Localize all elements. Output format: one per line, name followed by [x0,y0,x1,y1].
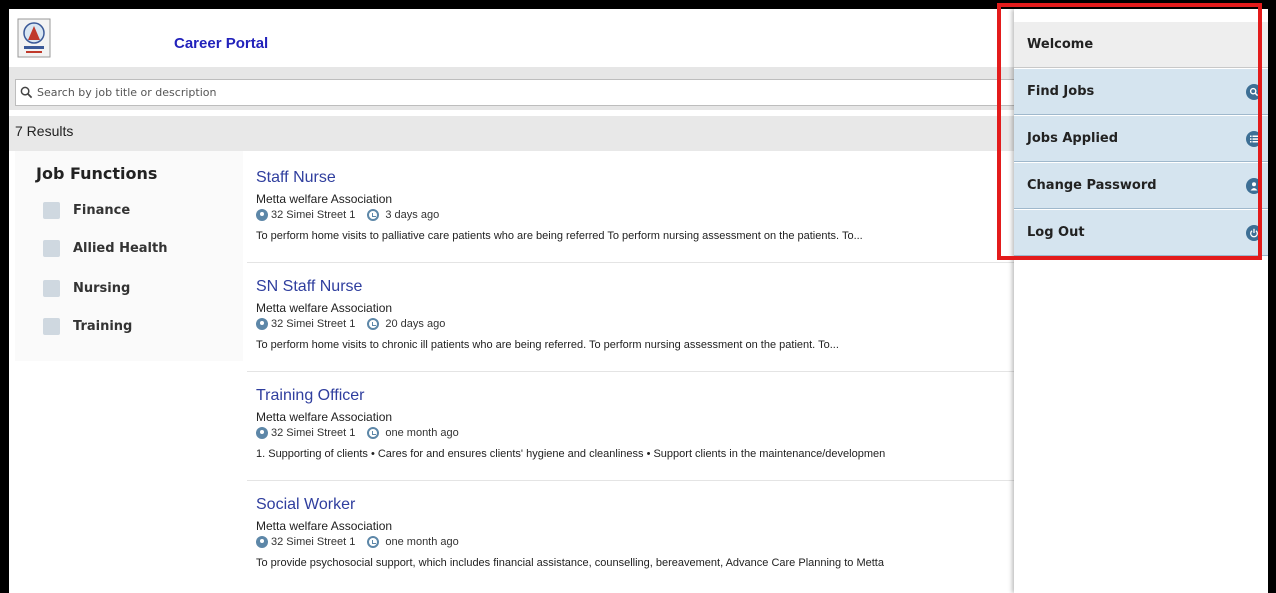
filter-label: Finance [73,203,131,218]
location-pin-icon [256,318,268,330]
job-meta: 32 Simei Street 1 20 days ago [256,318,445,330]
job-listing[interactable]: Training Officer Metta welfare Associati… [247,373,1019,481]
job-description: To perform home visits to palliative car… [256,230,863,242]
job-company: Metta welfare Association [256,192,393,206]
job-title-link[interactable]: SN Staff Nurse [256,278,362,296]
job-description: 1. Supporting of clients • Cares for and… [256,448,886,460]
welcome-label: Welcome [1027,37,1094,52]
organization-logo-icon[interactable] [17,18,51,58]
menu-welcome: Welcome [1014,22,1268,68]
menu-item-label: Log Out [1027,225,1085,240]
job-posted: one month ago [385,427,459,439]
job-listing[interactable]: Staff Nurse Metta welfare Association 32… [247,155,1019,263]
menu-item-find-jobs[interactable]: Find Jobs [1014,69,1268,115]
job-meta: 32 Simei Street 1 one month ago [256,536,459,548]
clock-icon [367,536,380,548]
results-count: 7 Results [15,123,74,139]
job-company: Metta welfare Association [256,519,393,533]
app-frame: Career Portal 7 Results Job Functions Fi… [9,9,1268,593]
job-title-link[interactable]: Staff Nurse [256,169,336,187]
filter-label: Allied Health [73,241,168,256]
list-icon [1246,131,1262,147]
filter-label: Nursing [73,281,131,296]
filter-label: Training [73,319,133,334]
clock-icon [367,209,380,221]
filter-finance[interactable]: Finance [43,202,130,219]
clock-icon [367,427,380,439]
job-description: To provide psychosocial support, which i… [256,557,884,569]
job-description: To perform home visits to chronic ill pa… [256,339,839,351]
filter-nursing[interactable]: Nursing [43,280,130,297]
job-company: Metta welfare Association [256,410,393,424]
job-location: 32 Simei Street 1 [271,209,356,221]
job-location: 32 Simei Street 1 [271,536,356,548]
job-listing[interactable]: Social Worker Metta welfare Association … [247,482,1019,590]
job-title-link[interactable]: Training Officer [256,387,364,405]
job-posted: 20 days ago [385,318,446,330]
job-listing[interactable]: SN Staff Nurse Metta welfare Association… [247,264,1019,372]
power-icon [1246,225,1262,241]
menu-item-label: Change Password [1027,178,1157,193]
job-functions-title: Job Functions [36,164,158,183]
job-meta: 32 Simei Street 1 one month ago [256,427,459,439]
job-title-link[interactable]: Social Worker [256,496,355,514]
menu-item-jobs-applied[interactable]: Jobs Applied [1014,116,1268,162]
location-pin-icon [256,427,268,439]
job-posted: 3 days ago [385,209,440,221]
location-pin-icon [256,536,268,548]
search-bar[interactable] [15,79,1030,106]
checkbox[interactable] [43,280,60,297]
user-icon [1246,178,1262,194]
search-icon [20,86,33,99]
job-company: Metta welfare Association [256,301,393,315]
job-location: 32 Simei Street 1 [271,318,356,330]
checkbox[interactable] [43,202,60,219]
location-pin-icon [256,209,268,221]
filter-allied-health[interactable]: Allied Health [43,240,167,257]
menu-item-label: Find Jobs [1027,84,1095,99]
filter-training[interactable]: Training [43,318,132,335]
job-posted: one month ago [385,536,459,548]
checkbox[interactable] [43,318,60,335]
portal-title[interactable]: Career Portal [174,35,268,52]
clock-icon [367,318,380,330]
checkbox[interactable] [43,240,60,257]
job-location: 32 Simei Street 1 [271,427,356,439]
menu-item-label: Jobs Applied [1027,131,1119,146]
job-meta: 32 Simei Street 1 3 days ago [256,209,439,221]
menu-item-change-password[interactable]: Change Password [1014,163,1268,209]
menu-item-log-out[interactable]: Log Out [1014,210,1268,256]
search-icon [1246,84,1262,100]
search-input[interactable] [37,86,1029,99]
